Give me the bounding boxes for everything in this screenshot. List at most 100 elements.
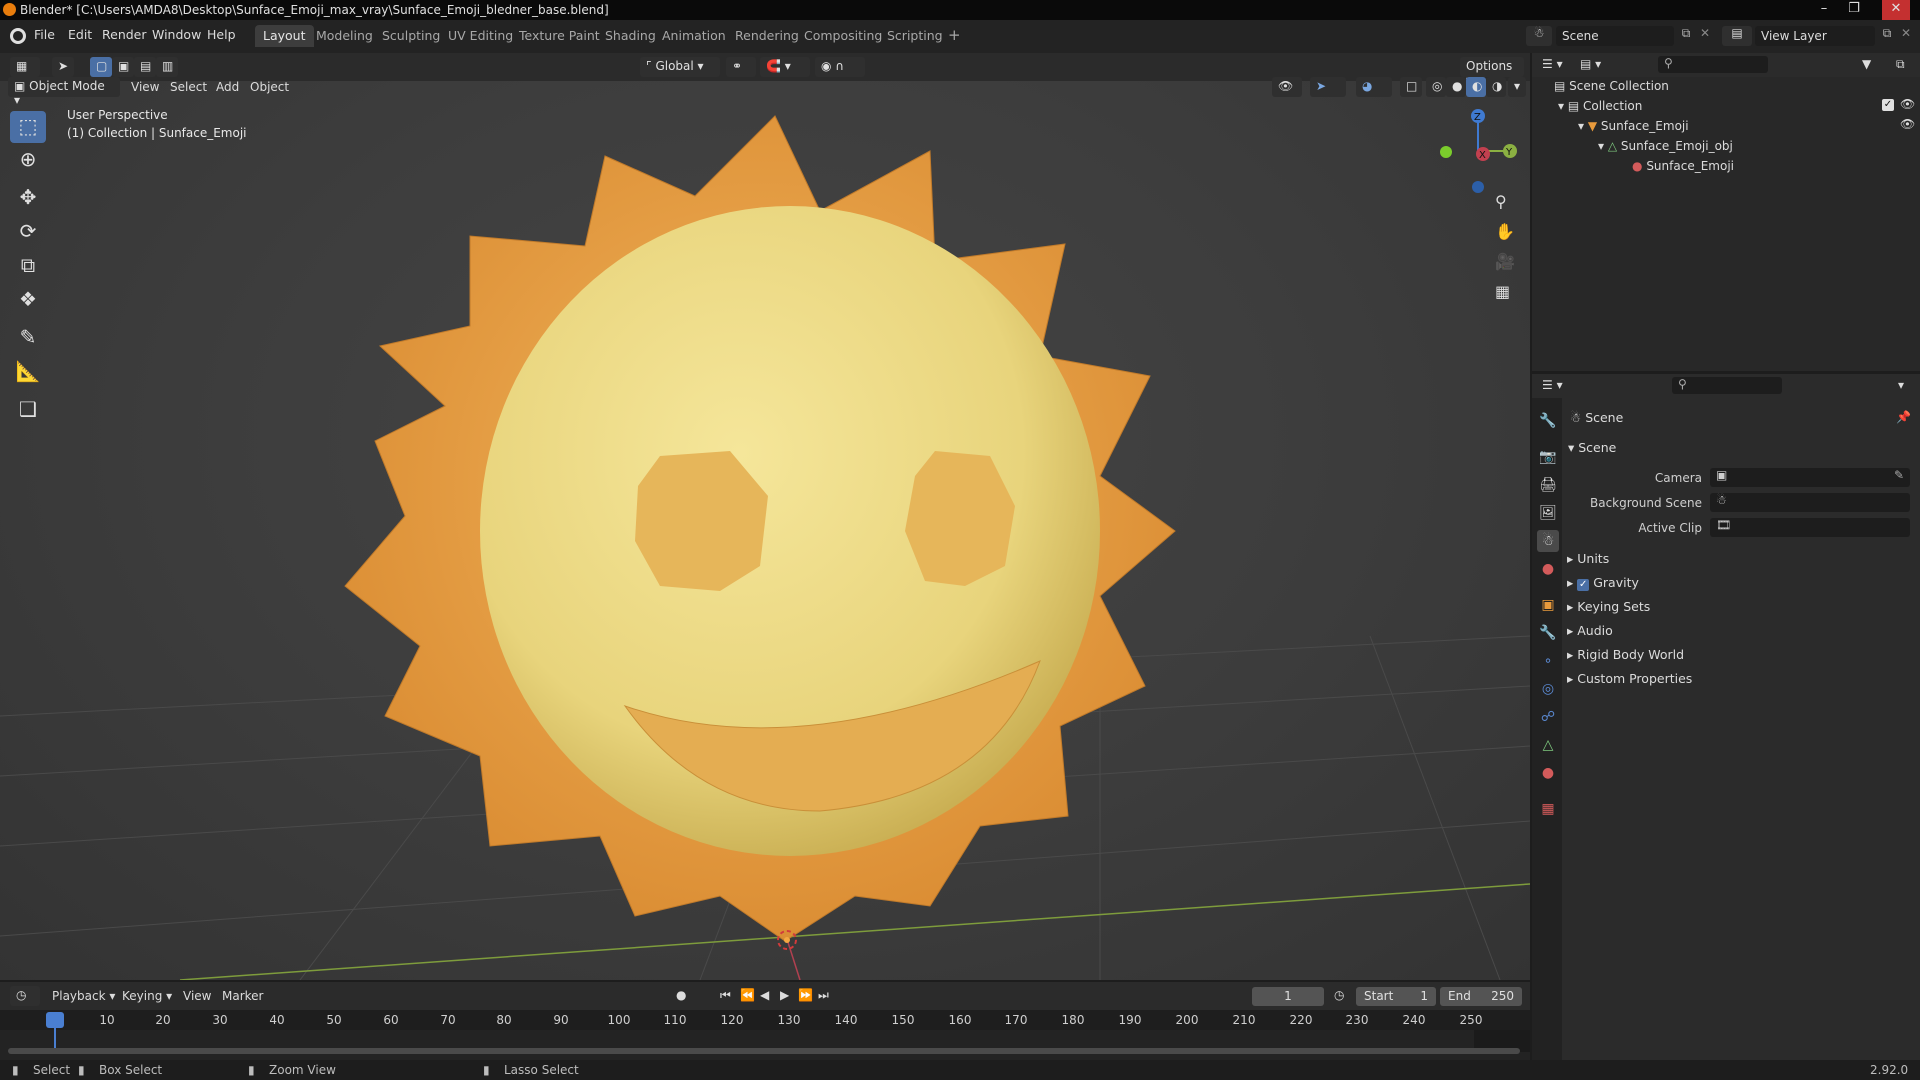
record-icon[interactable]: ● [676,988,686,1002]
menu-edit[interactable]: Edit [68,27,92,42]
menu-select[interactable]: Select [170,80,207,94]
pivot-point-icon[interactable]: ⚭ [726,57,756,77]
menu-playback[interactable]: Playback ▾ [52,989,115,1003]
modifier-tab-icon[interactable]: 🔧 [1537,622,1559,644]
pan-hand-icon[interactable]: ✋ [1495,222,1515,241]
particles-tab-icon[interactable]: ∘ [1537,650,1559,672]
close-icon[interactable]: ✕ [1882,0,1910,20]
menu-help[interactable]: Help [207,27,236,42]
menu-view[interactable]: View [131,80,159,94]
editor-type-icon[interactable]: ▦ [10,57,40,77]
gizmo-toggle-icon[interactable]: ➤ [1310,77,1346,97]
tab-compositing[interactable]: Compositing [796,25,890,47]
outliner-item-scene-collection[interactable]: ▤ Scene Collection [1554,79,1669,93]
rendered-shading-icon[interactable]: ◑ [1486,77,1506,97]
view-layer-tab-icon[interactable]: 🖼 [1537,502,1559,524]
camera-view-icon[interactable]: 🎥 [1495,252,1515,271]
active-tool-icon[interactable]: ➤ [52,57,74,77]
constraints-tab-icon[interactable]: ☍ [1537,706,1559,728]
world-tab-icon[interactable]: ● [1537,558,1559,580]
texture-tab-icon[interactable]: ▦ [1537,798,1559,820]
exclude-checkbox[interactable]: ✓ [1882,99,1894,111]
xray-icon[interactable]: □ [1400,77,1422,97]
proportional-edit-icon[interactable]: ◉ ∩ [815,57,865,77]
wireframe-shading-icon[interactable]: ◎ [1426,77,1446,97]
new-view-layer-icon[interactable]: ⧉ [1877,26,1897,46]
blender-menu-icon[interactable] [10,28,26,44]
outliner-editor-type-icon[interactable]: ☰ ▾ [1542,57,1563,71]
jump-start-icon[interactable]: ⏮ [720,988,731,1003]
view-layer-selector[interactable]: View Layer [1755,26,1875,46]
annotate-tool-icon[interactable]: ✎ [10,322,46,354]
visibility-eye-icon[interactable]: 👁 [1900,97,1915,111]
zoom-icon[interactable]: ⚲ [1495,192,1507,211]
end-frame-field[interactable]: End 250 [1440,987,1522,1006]
select-mode-intersect-icon[interactable]: ▥ [156,57,178,77]
display-mode-icon[interactable]: ▤ ▾ [1580,57,1601,71]
transform-tool-icon[interactable]: ❖ [10,284,46,316]
menu-render[interactable]: Render [102,27,147,42]
tab-texture-paint[interactable]: Texture Paint [511,25,608,47]
visibility-eye-icon[interactable]: 👁 [1900,117,1915,131]
measure-tool-icon[interactable]: 📐 [10,356,46,388]
menu-file[interactable]: File [34,27,55,42]
tab-animation[interactable]: Animation [654,25,734,47]
shading-options-icon[interactable]: ▾ [1508,77,1526,97]
tab-rendering[interactable]: Rendering [727,25,807,47]
gravity-checkbox[interactable]: ✓ [1577,579,1590,591]
tab-modeling[interactable]: Modeling [308,25,381,47]
menu-timeline-view[interactable]: View [183,989,211,1003]
properties-search-input[interactable]: ⚲ [1672,377,1782,394]
preview-range-icon[interactable]: ◷ [1334,988,1344,1002]
output-tab-icon[interactable]: 🖨 [1537,474,1559,496]
options-dropdown[interactable]: Options ▾ [1460,57,1524,87]
menu-keying[interactable]: Keying ▾ [122,989,172,1003]
cursor-tool-icon[interactable]: ⊕ [10,144,46,176]
scene-type-icon[interactable]: ☃ [1526,26,1552,46]
play-reverse-icon[interactable]: ◀ [760,988,769,1002]
solid-shading-icon[interactable]: ● [1446,77,1466,97]
units-panel[interactable]: ▸ Units [1567,551,1609,566]
maximize-icon[interactable]: ❐ [1840,0,1868,20]
add-cube-tool-icon[interactable]: ❑ [10,394,46,426]
add-workspace-icon[interactable]: + [940,23,969,45]
visibility-icon[interactable]: 👁 [1272,77,1302,97]
render-tab-icon[interactable]: 📷 [1537,446,1559,468]
delete-view-layer-icon[interactable]: ✕ [1898,26,1914,46]
scene-panel-header[interactable]: ▾ Scene [1568,440,1616,455]
timeline-editor-type-icon[interactable]: ◷ [10,986,40,1006]
select-mode-subtract-icon[interactable]: ▤ [134,57,156,77]
outliner-item-material[interactable]: ● Sunface_Emoji [1632,159,1734,173]
snap-icon[interactable]: 🧲 ▾ [760,57,810,77]
delete-scene-icon[interactable]: ✕ [1697,26,1713,46]
properties-editor-type-icon[interactable]: ☰ ▾ [1542,378,1563,392]
keying-sets-panel[interactable]: ▸ Keying Sets [1567,599,1650,614]
overlays-toggle-icon[interactable]: ◕ [1356,77,1392,97]
custom-properties-panel[interactable]: ▸ Custom Properties [1567,671,1692,686]
select-box-tool-icon[interactable]: ⬚ [10,111,46,143]
outliner-item-sunface-emoji[interactable]: ▾ ▼ Sunface_Emoji [1578,119,1689,133]
3d-viewport[interactable]: User Perspective (1) Collection | Sunfac… [0,76,1530,980]
menu-marker[interactable]: Marker [222,989,263,1003]
tab-layout[interactable]: Layout [255,25,314,47]
tab-uv-editing[interactable]: UV Editing [440,25,521,47]
play-icon[interactable]: ▶ [780,988,789,1002]
outliner-item-mesh[interactable]: ▾ △ Sunface_Emoji_obj [1598,139,1733,153]
jump-end-icon[interactable]: ⏭ [818,988,829,1003]
audio-panel[interactable]: ▸ Audio [1567,623,1613,638]
object-tab-icon[interactable]: ▣ [1537,594,1559,616]
current-frame-field[interactable]: 1 [1252,987,1324,1006]
menu-object[interactable]: Object [250,80,289,94]
ortho-grid-icon[interactable]: ▦ [1495,282,1510,301]
menu-window[interactable]: Window [152,27,201,42]
active-clip-field[interactable]: 🎞 [1710,518,1910,537]
rigid-body-world-panel[interactable]: ▸ Rigid Body World [1567,647,1684,662]
filter-icon[interactable]: ▼ [1862,57,1871,71]
material-tab-icon[interactable]: ● [1537,762,1559,784]
scene-tab-icon[interactable]: ☃ [1537,530,1559,552]
playhead[interactable] [46,1012,64,1028]
start-frame-field[interactable]: Start 1 [1356,987,1436,1006]
timeline-scrollbar[interactable] [8,1048,1520,1054]
camera-field[interactable]: ▣ ✎ [1710,468,1910,487]
minimize-icon[interactable]: – [1810,0,1838,20]
